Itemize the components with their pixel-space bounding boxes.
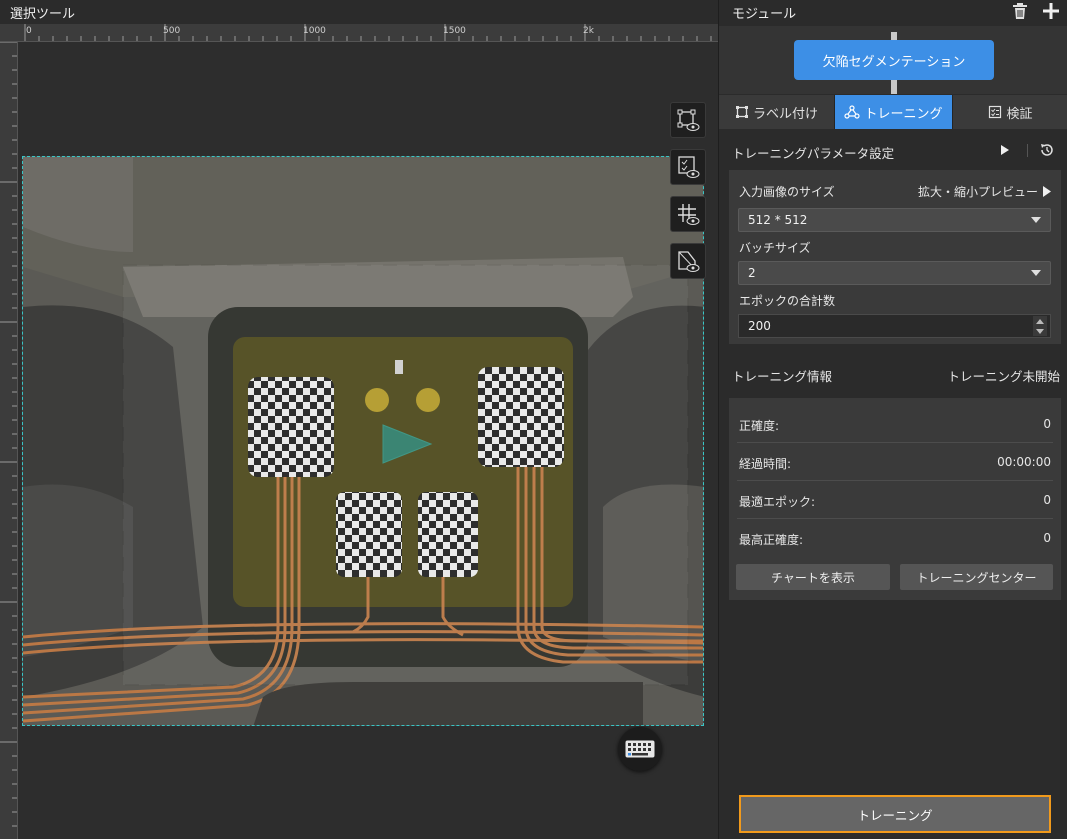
chevron-down-icon bbox=[1031, 270, 1041, 276]
mask-eye-icon bbox=[678, 251, 700, 272]
chevron-down-icon bbox=[1036, 328, 1044, 334]
ruler-label-0: 0 bbox=[26, 26, 32, 36]
input-size-label: 入力画像のサイズ bbox=[739, 185, 835, 199]
info-row-elapsed: 経過時間: 00:00:00 bbox=[737, 443, 1053, 481]
tab-labeling[interactable]: ラベル付け bbox=[719, 95, 835, 129]
training-params-header: トレーニングパラメータ設定 bbox=[719, 134, 1067, 166]
info-value: 0 bbox=[1043, 493, 1051, 507]
info-label: 正確度: bbox=[739, 419, 780, 433]
inspection-image[interactable] bbox=[22, 156, 704, 726]
label-icon bbox=[735, 106, 748, 118]
epoch-value: 200 bbox=[748, 319, 771, 333]
ruler-label-2k: 2k bbox=[583, 26, 594, 36]
show-mask-tool-button[interactable] bbox=[670, 243, 706, 279]
keyboard-shortcuts-button[interactable] bbox=[618, 727, 662, 771]
canvas-panel: 選択ツール 0 500 1000 1500 2k bbox=[0, 0, 718, 839]
vertical-ruler bbox=[0, 42, 18, 839]
trash-icon[interactable] bbox=[1011, 2, 1029, 20]
epoch-input[interactable]: 200 bbox=[738, 314, 1051, 338]
info-label: 最高正確度: bbox=[739, 533, 804, 547]
info-row-best-accuracy: 最高正確度: 0 bbox=[737, 519, 1053, 557]
train-button[interactable]: トレーニング bbox=[739, 795, 1051, 833]
horizontal-ruler: 0 500 1000 1500 2k bbox=[0, 24, 718, 42]
polygon-eye-icon bbox=[677, 109, 700, 131]
tab-validation-label: 検証 bbox=[1006, 106, 1033, 122]
vertical-ruler-ticks bbox=[0, 42, 17, 827]
keyboard-icon bbox=[625, 740, 655, 758]
input-size-value: 512 * 512 bbox=[748, 213, 808, 227]
info-value: 00:00:00 bbox=[997, 455, 1051, 469]
show-chart-button[interactable]: チャートを表示 bbox=[736, 564, 890, 590]
grid-eye-icon bbox=[678, 204, 700, 225]
training-params-box: 入力画像のサイズ 拡大・縮小プレビュー 512 * 512 バッチサイズ 2 エ… bbox=[729, 170, 1061, 344]
ruler-label-500: 500 bbox=[163, 26, 181, 36]
info-row-best-epoch: 最適エポック: 0 bbox=[737, 481, 1053, 519]
spin-up-button[interactable] bbox=[1033, 316, 1047, 326]
module-panel: モジュール 欠陥セグメンテーション ラベル付け トレーニング 検証 トレーニング… bbox=[718, 0, 1067, 839]
training-status: トレーニング未開始 bbox=[947, 369, 1060, 384]
ruler-label-1000: 1000 bbox=[303, 26, 326, 36]
panel-title: 選択ツール bbox=[10, 7, 76, 22]
panel-title: モジュール bbox=[732, 7, 797, 22]
training-info-box: 正確度: 0 経過時間: 00:00:00 最適エポック: 0 最高正確度: 0… bbox=[729, 398, 1061, 600]
show-polygon-tool-button[interactable] bbox=[670, 102, 706, 138]
info-label: 経過時間: bbox=[739, 457, 792, 471]
collapse-play-icon[interactable] bbox=[1000, 144, 1010, 156]
section-title: トレーニング情報 bbox=[732, 369, 833, 384]
zoom-preview-label: 拡大・縮小プレビュー bbox=[917, 185, 1038, 199]
reset-history-icon[interactable] bbox=[1039, 142, 1055, 158]
module-flow: 欠陥セグメンテーション bbox=[719, 26, 1067, 94]
training-center-button[interactable]: トレーニングセンター bbox=[900, 564, 1053, 590]
info-value: 0 bbox=[1043, 417, 1051, 431]
section-title: トレーニングパラメータ設定 bbox=[732, 146, 895, 161]
plus-icon[interactable] bbox=[1041, 1, 1061, 21]
header-divider bbox=[1027, 144, 1028, 157]
tab-training-label: トレーニング bbox=[864, 106, 943, 122]
zoom-preview-toggle[interactable]: 拡大・縮小プレビュー bbox=[918, 183, 1051, 200]
tab-training[interactable]: トレーニング bbox=[835, 95, 953, 129]
info-value: 0 bbox=[1043, 531, 1051, 545]
spin-down-button[interactable] bbox=[1033, 326, 1047, 336]
image-viewport[interactable] bbox=[18, 42, 718, 839]
ruler-label-1500: 1500 bbox=[443, 26, 466, 36]
batch-size-value: 2 bbox=[748, 266, 756, 280]
tab-validation[interactable]: 検証 bbox=[953, 95, 1067, 129]
module-header: モジュール bbox=[719, 0, 1067, 24]
training-info-header: トレーニング情報 トレーニング未開始 bbox=[719, 358, 1067, 388]
epoch-label: エポックの合計数 bbox=[739, 294, 836, 308]
batch-size-label: バッチサイズ bbox=[739, 241, 811, 255]
info-label: 最適エポック: bbox=[739, 495, 816, 509]
defect-segmentation-module-button[interactable]: 欠陥セグメンテーション bbox=[794, 40, 994, 80]
module-tabs: ラベル付け トレーニング 検証 bbox=[719, 95, 1067, 129]
training-icon bbox=[844, 105, 861, 119]
show-grid-tool-button[interactable] bbox=[670, 196, 706, 232]
checklist-eye-icon bbox=[678, 156, 700, 178]
ruler-ticks bbox=[24, 24, 712, 41]
info-row-accuracy: 正確度: 0 bbox=[737, 405, 1053, 443]
input-size-select[interactable]: 512 * 512 bbox=[738, 208, 1051, 232]
canvas-header: 選択ツール bbox=[0, 0, 718, 24]
chevron-up-icon bbox=[1036, 318, 1044, 324]
validate-icon bbox=[989, 105, 1002, 119]
tab-labeling-label: ラベル付け bbox=[752, 106, 818, 122]
batch-size-select[interactable]: 2 bbox=[738, 261, 1051, 285]
chevron-down-icon bbox=[1031, 217, 1041, 223]
show-list-tool-button[interactable] bbox=[670, 149, 706, 185]
play-icon bbox=[1043, 186, 1051, 197]
inspection-image-drawing bbox=[23, 157, 703, 725]
